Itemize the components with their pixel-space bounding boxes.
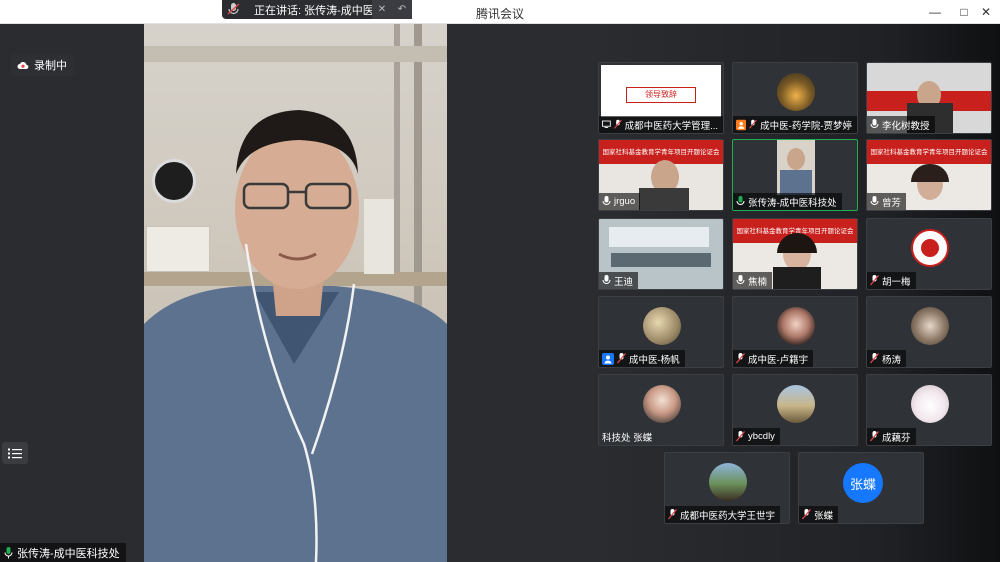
mic-icon bbox=[4, 546, 13, 558]
user-icon bbox=[736, 119, 747, 130]
close-icon[interactable]: ✕ bbox=[977, 3, 995, 21]
participant-name-label: 成中医-卢籍宇 bbox=[733, 350, 814, 367]
participant-list-button[interactable] bbox=[2, 442, 28, 464]
mic-icon bbox=[870, 196, 879, 205]
mic-muted-icon bbox=[736, 353, 745, 364]
participant-name-label: 杨涛 bbox=[867, 350, 907, 367]
participant-name-label: 成藕芬 bbox=[867, 428, 916, 445]
mic-muted-icon bbox=[870, 431, 879, 442]
avatar bbox=[911, 229, 949, 267]
participant-tile[interactable]: 领导致辞 成都中医药大学管理... bbox=[598, 62, 724, 134]
main-stage: 录制中 张传涛-成中医科技处 bbox=[0, 24, 590, 562]
participant-tile[interactable]: 杨涛 bbox=[866, 296, 992, 368]
participant-name-label: 成中医-药学院-贾梦婷 bbox=[733, 116, 857, 133]
speaking-mic-icon bbox=[222, 0, 246, 19]
mic-icon bbox=[602, 196, 611, 205]
participant-gallery: 领导致辞 成都中医药大学管理... 成中医-药学院-贾梦婷 李化树教授 国家社科… bbox=[590, 24, 1000, 562]
mic-icon bbox=[602, 275, 611, 284]
mic-muted-icon bbox=[870, 275, 879, 286]
list-icon bbox=[8, 448, 22, 458]
participant-name-label: 张蝶 bbox=[799, 506, 839, 523]
participant-tile-active[interactable]: 张传涛-成中医科技处 bbox=[732, 139, 858, 211]
maximize-icon[interactable]: □ bbox=[955, 3, 973, 21]
window-title: 腾讯会议 bbox=[475, 7, 524, 21]
participant-tile[interactable]: 国家社科基金教育学青年项目开题论证会 焦楠 bbox=[732, 218, 858, 290]
mic-muted-icon bbox=[802, 509, 811, 520]
speaking-indicator: 正在讲话: 张传涛-成中医... ✕ ↶ bbox=[222, 0, 412, 19]
participant-tile[interactable]: 成中医-杨帆 bbox=[598, 296, 724, 368]
participant-name-label: 成中医-杨帆 bbox=[599, 350, 685, 367]
participant-tile[interactable]: 胡一梅 bbox=[866, 218, 992, 290]
avatar bbox=[643, 307, 681, 345]
participant-name-label: 王迪 bbox=[599, 272, 639, 289]
participant-name-label: 成都中医药大学王世宇 bbox=[665, 506, 781, 523]
participant-name-label: 焦楠 bbox=[733, 272, 773, 289]
screen-share-icon bbox=[602, 120, 611, 128]
participant-tile[interactable]: 成中医-卢籍宇 bbox=[732, 296, 858, 368]
participant-name-label: 成都中医药大学管理... bbox=[599, 116, 723, 133]
mic-icon bbox=[736, 275, 745, 284]
share-heading: 领导致辞 bbox=[645, 90, 677, 99]
mic-muted-icon bbox=[736, 431, 745, 442]
shared-screen: 领导致辞 bbox=[601, 65, 721, 117]
participant-name-label: ybcdly bbox=[733, 428, 780, 445]
mic-active-icon bbox=[736, 196, 745, 205]
avatar bbox=[777, 385, 815, 423]
recording-label: 录制中 bbox=[34, 60, 67, 72]
participant-tile[interactable]: 国家社科基金教育学青年项目开题论证会 jrguo bbox=[598, 139, 724, 211]
mic-muted-icon bbox=[668, 509, 677, 520]
speaking-text: 正在讲话: 张传涛-成中医... bbox=[254, 4, 372, 17]
avatar bbox=[911, 307, 949, 345]
speaker-name-label: 张传涛-成中医科技处 bbox=[0, 543, 126, 562]
participant-tile[interactable]: 李化树教授 bbox=[866, 62, 992, 134]
participant-name-label: 科技处 张蝶 bbox=[602, 432, 653, 444]
participant-name-label: 曾芳 bbox=[867, 193, 907, 210]
mic-icon bbox=[870, 119, 879, 128]
participant-tile[interactable]: ybcdly bbox=[732, 374, 858, 446]
participant-tile[interactable]: 成中医-药学院-贾梦婷 bbox=[732, 62, 858, 134]
title-bar: 腾讯会议 — □ ✕ bbox=[0, 0, 1000, 24]
cloud-record-icon bbox=[17, 61, 29, 69]
avatar bbox=[777, 307, 815, 345]
avatar bbox=[709, 463, 747, 501]
participant-name-label: 李化树教授 bbox=[867, 116, 935, 133]
participant-name-label: 胡一梅 bbox=[867, 272, 916, 289]
speaker-video bbox=[144, 24, 447, 562]
participant-tile[interactable]: 王迪 bbox=[598, 218, 724, 290]
participant-tile[interactable]: 科技处 张蝶 bbox=[598, 374, 724, 446]
speaking-close-icon[interactable]: ✕ bbox=[372, 0, 392, 19]
speaking-back-icon[interactable]: ↶ bbox=[392, 0, 412, 19]
participant-tile[interactable]: 成藕芬 bbox=[866, 374, 992, 446]
participant-tile[interactable]: 张蝶 张蝶 bbox=[798, 452, 924, 524]
mic-muted-icon bbox=[870, 353, 879, 364]
participant-tile[interactable]: 成都中医药大学王世宇 bbox=[664, 452, 790, 524]
avatar bbox=[777, 73, 815, 111]
minimize-icon[interactable]: — bbox=[926, 3, 944, 21]
avatar bbox=[643, 385, 681, 423]
participant-name-label: jrguo bbox=[599, 193, 641, 210]
recording-badge[interactable]: 录制中 bbox=[11, 54, 75, 76]
user-icon bbox=[602, 352, 614, 365]
participant-tile[interactable]: 国家社科基金教育学青年项目开题论证会 曾芳 bbox=[866, 139, 992, 211]
avatar-initial: 张蝶 bbox=[843, 463, 883, 503]
mic-muted-icon bbox=[749, 119, 758, 129]
avatar bbox=[911, 385, 949, 423]
mic-muted-icon bbox=[617, 353, 626, 364]
speaker-name: 张传涛-成中医科技处 bbox=[17, 547, 120, 560]
participant-name-label: 张传涛-成中医科技处 bbox=[733, 193, 842, 210]
mic-muted-icon bbox=[613, 119, 622, 129]
